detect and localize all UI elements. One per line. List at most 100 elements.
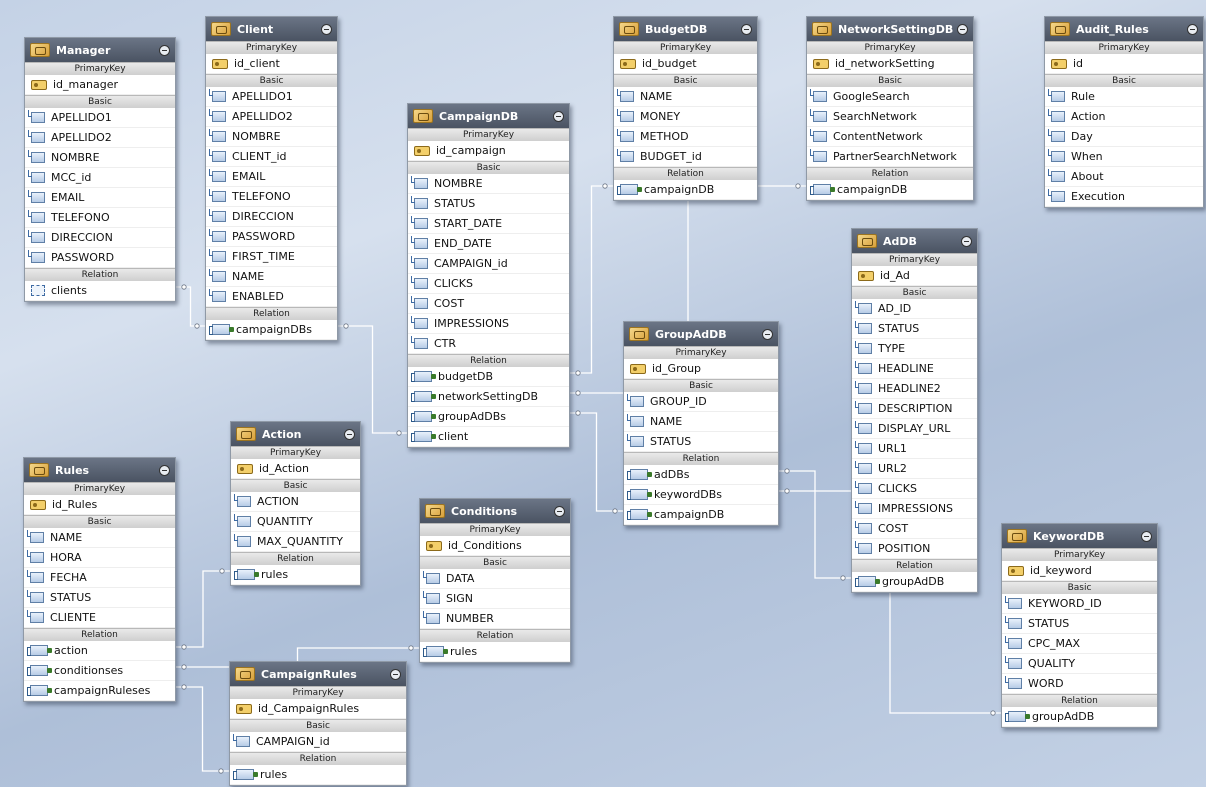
relation-group-ad-db[interactable]: groupAdDB bbox=[852, 572, 977, 592]
field-apellido2[interactable]: APELLIDO2 bbox=[25, 128, 175, 148]
collapse-icon[interactable] bbox=[961, 235, 972, 247]
entity-conditions[interactable]: Conditions PrimaryKey id_Conditions Basic DA… bbox=[419, 498, 571, 663]
primary-key-field[interactable]: id_Conditions bbox=[420, 536, 570, 556]
field-status[interactable]: STATUS bbox=[1002, 614, 1157, 634]
collapse-icon[interactable] bbox=[741, 23, 752, 35]
field-status[interactable]: STATUS bbox=[24, 588, 175, 608]
field-impressions[interactable]: IMPRESSIONS bbox=[852, 499, 977, 519]
field-sign[interactable]: SIGN bbox=[420, 589, 570, 609]
primary-key-field[interactable]: id_networkSetting bbox=[807, 54, 973, 74]
entity-audit-rules[interactable]: Audit_Rules PrimaryKey id Basic Rule Action Da… bbox=[1044, 16, 1204, 208]
field-fecha[interactable]: FECHA bbox=[24, 568, 175, 588]
field-email[interactable]: EMAIL bbox=[206, 167, 337, 187]
field-money[interactable]: MONEY bbox=[614, 107, 757, 127]
field-direccion[interactable]: DIRECCION bbox=[25, 228, 175, 248]
field-max-quantity[interactable]: MAX_QUANTITY bbox=[231, 532, 360, 552]
field-cost[interactable]: COST bbox=[852, 519, 977, 539]
field-nombre[interactable]: NOMBRE bbox=[206, 127, 337, 147]
field-group-id[interactable]: GROUP_ID bbox=[624, 392, 778, 412]
primary-key-field[interactable]: id_Group bbox=[624, 359, 778, 379]
entity-header[interactable]: Rules bbox=[24, 458, 175, 482]
field-ad-id[interactable]: AD_ID bbox=[852, 299, 977, 319]
entity-header[interactable]: BudgetDB bbox=[614, 17, 757, 41]
entity-client[interactable]: Client PrimaryKey id_client Basic APELLIDO1 A… bbox=[205, 16, 338, 341]
field-status[interactable]: STATUS bbox=[408, 194, 569, 214]
field-apellido2[interactable]: APELLIDO2 bbox=[206, 107, 337, 127]
field-direccion[interactable]: DIRECCION bbox=[206, 207, 337, 227]
field-method[interactable]: METHOD bbox=[614, 127, 757, 147]
field-budget-id[interactable]: BUDGET_id bbox=[614, 147, 757, 167]
field-number[interactable]: NUMBER bbox=[420, 609, 570, 629]
field-rule[interactable]: Rule bbox=[1045, 87, 1203, 107]
field-telefono[interactable]: TELEFONO bbox=[206, 187, 337, 207]
entity-header[interactable]: Manager bbox=[25, 38, 175, 62]
entity-header[interactable]: Action bbox=[231, 422, 360, 446]
collapse-icon[interactable] bbox=[762, 328, 773, 340]
collapse-icon[interactable] bbox=[1187, 23, 1198, 35]
entity-keyword-db[interactable]: KeywordDB PrimaryKey id_keyword Basic KEYWOR… bbox=[1001, 523, 1158, 728]
field-url2[interactable]: URL2 bbox=[852, 459, 977, 479]
field-google-search[interactable]: GoogleSearch bbox=[807, 87, 973, 107]
relation-rules[interactable]: rules bbox=[230, 765, 406, 785]
relation-client[interactable]: client bbox=[408, 427, 569, 447]
relation-action[interactable]: action bbox=[24, 641, 175, 661]
entity-header[interactable]: Client bbox=[206, 17, 337, 41]
relation-campaign-ruleses[interactable]: campaignRuleses bbox=[24, 681, 175, 701]
field-word[interactable]: WORD bbox=[1002, 674, 1157, 694]
field-position[interactable]: POSITION bbox=[852, 539, 977, 559]
entity-header[interactable]: NetworkSettingDB bbox=[807, 17, 973, 41]
field-nombre[interactable]: NOMBRE bbox=[25, 148, 175, 168]
entity-action[interactable]: Action PrimaryKey id_Action Basic ACTION QUAN… bbox=[230, 421, 361, 586]
field-action[interactable]: ACTION bbox=[231, 492, 360, 512]
field-name[interactable]: NAME bbox=[24, 528, 175, 548]
collapse-icon[interactable] bbox=[957, 23, 968, 35]
field-quantity[interactable]: QUANTITY bbox=[231, 512, 360, 532]
entity-header[interactable]: GroupAdDB bbox=[624, 322, 778, 346]
field-apellido1[interactable]: APELLIDO1 bbox=[25, 108, 175, 128]
field-telefono[interactable]: TELEFONO bbox=[25, 208, 175, 228]
relation-group-ad-dbs[interactable]: groupAdDBs bbox=[408, 407, 569, 427]
field-headline[interactable]: HEADLINE bbox=[852, 359, 977, 379]
entity-header[interactable]: CampaignDB bbox=[408, 104, 569, 128]
collapse-icon[interactable] bbox=[344, 428, 355, 440]
primary-key-field[interactable]: id_budget bbox=[614, 54, 757, 74]
field-keyword-id[interactable]: KEYWORD_ID bbox=[1002, 594, 1157, 614]
field-campaign-id[interactable]: CAMPAIGN_id bbox=[230, 732, 406, 752]
primary-key-field[interactable]: id_manager bbox=[25, 75, 175, 95]
primary-key-field[interactable]: id_Ad bbox=[852, 266, 977, 286]
field-partner-search-network[interactable]: PartnerSearchNetwork bbox=[807, 147, 973, 167]
primary-key-field[interactable]: id_client bbox=[206, 54, 337, 74]
field-ctr[interactable]: CTR bbox=[408, 334, 569, 354]
entity-group-ad-db[interactable]: GroupAdDB PrimaryKey id_Group Basic GROUP_ID… bbox=[623, 321, 779, 526]
field-quality[interactable]: QUALITY bbox=[1002, 654, 1157, 674]
collapse-icon[interactable] bbox=[321, 23, 332, 35]
field-clicks[interactable]: CLICKS bbox=[852, 479, 977, 499]
collapse-icon[interactable] bbox=[159, 464, 170, 476]
collapse-icon[interactable] bbox=[554, 505, 565, 517]
field-status[interactable]: STATUS bbox=[852, 319, 977, 339]
collapse-icon[interactable] bbox=[1141, 530, 1152, 542]
field-name[interactable]: NAME bbox=[206, 267, 337, 287]
field-when[interactable]: When bbox=[1045, 147, 1203, 167]
field-password[interactable]: PASSWORD bbox=[206, 227, 337, 247]
relation-network-setting-db[interactable]: networkSettingDB bbox=[408, 387, 569, 407]
relation-rules[interactable]: rules bbox=[231, 565, 360, 585]
field-apellido1[interactable]: APELLIDO1 bbox=[206, 87, 337, 107]
entity-campaign-rules[interactable]: CampaignRules PrimaryKey id_CampaignRules B… bbox=[229, 661, 407, 786]
relation-clients[interactable]: clients bbox=[25, 281, 175, 301]
field-impressions[interactable]: IMPRESSIONS bbox=[408, 314, 569, 334]
field-execution[interactable]: Execution bbox=[1045, 187, 1203, 207]
field-first-time[interactable]: FIRST_TIME bbox=[206, 247, 337, 267]
collapse-icon[interactable] bbox=[159, 44, 170, 56]
relation-campaign-db[interactable]: campaignDB bbox=[614, 180, 757, 200]
field-search-network[interactable]: SearchNetwork bbox=[807, 107, 973, 127]
entity-network-setting-db[interactable]: NetworkSettingDB PrimaryKey id_networkSett… bbox=[806, 16, 974, 201]
field-enabled[interactable]: ENABLED bbox=[206, 287, 337, 307]
field-cpc-max[interactable]: CPC_MAX bbox=[1002, 634, 1157, 654]
entity-ad-db[interactable]: AdDB PrimaryKey id_Ad Basic AD_ID STATUS TYPE H… bbox=[851, 228, 978, 593]
field-url1[interactable]: URL1 bbox=[852, 439, 977, 459]
field-password[interactable]: PASSWORD bbox=[25, 248, 175, 268]
relation-budget-db[interactable]: budgetDB bbox=[408, 367, 569, 387]
field-display-url[interactable]: DISPLAY_URL bbox=[852, 419, 977, 439]
relation-campaign-db[interactable]: campaignDB bbox=[807, 180, 973, 200]
